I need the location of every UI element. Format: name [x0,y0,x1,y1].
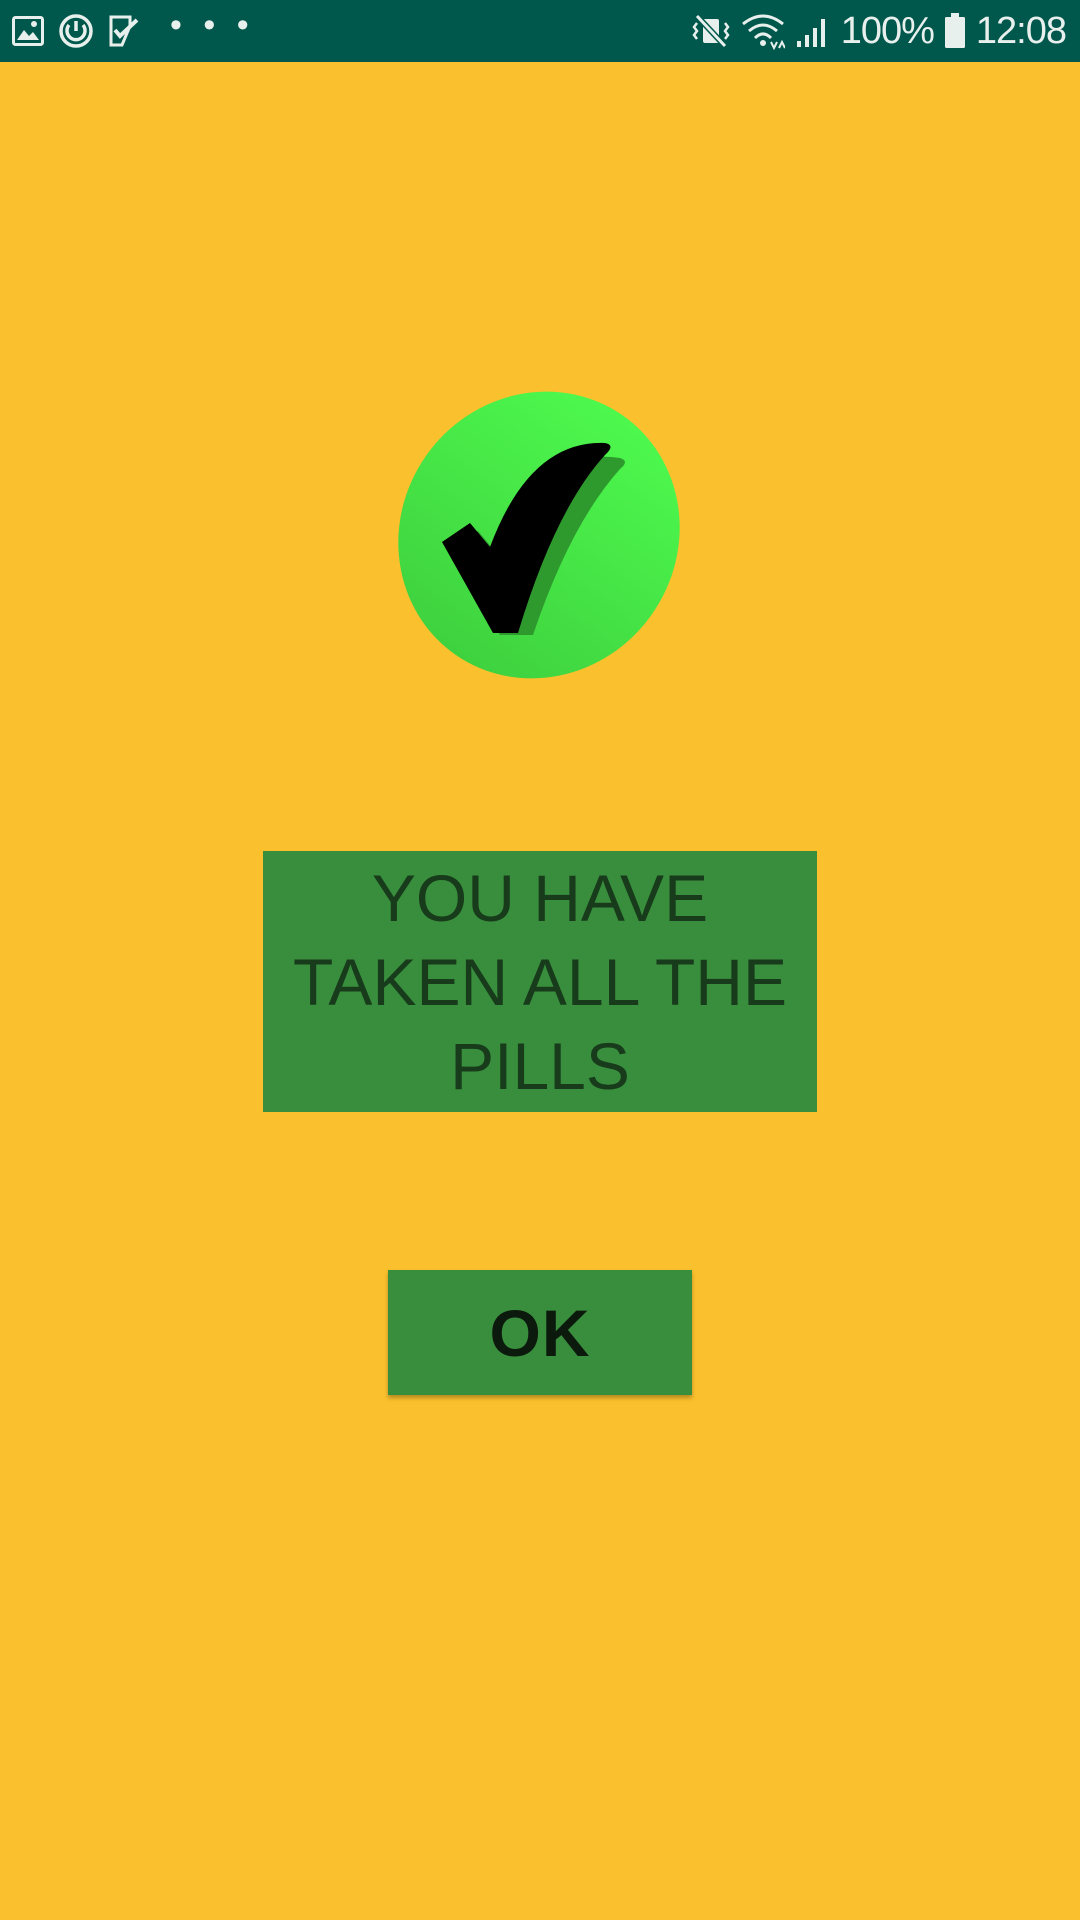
battery-percentage: 100% [840,10,935,52]
status-bar: • • • 100% 12:08 [0,0,1080,62]
status-bar-left: • • • [12,6,255,50]
signal-icon [795,13,831,49]
wifi-icon [741,12,786,51]
message-box: YOU HAVE TAKEN ALL THE PILLS [263,851,817,1112]
sync-icon [58,13,94,49]
task-check-icon [108,14,140,48]
app-screen: • • • 100% 12:08 YOU HAVE TAKEN ALL THE … [0,0,1080,1920]
ok-button[interactable]: OK [388,1270,692,1395]
check-mark-icon [390,385,690,685]
gallery-icon [12,16,44,46]
battery-icon [944,13,966,49]
clock: 12:08 [975,10,1067,52]
mute-vibrate-icon [691,13,731,49]
message-text: YOU HAVE TAKEN ALL THE PILLS [293,860,787,1103]
ok-button-label: OK [489,1295,591,1370]
status-bar-right: 100% 12:08 [691,8,1067,54]
more-notifications-indicator: • • • [170,6,255,44]
